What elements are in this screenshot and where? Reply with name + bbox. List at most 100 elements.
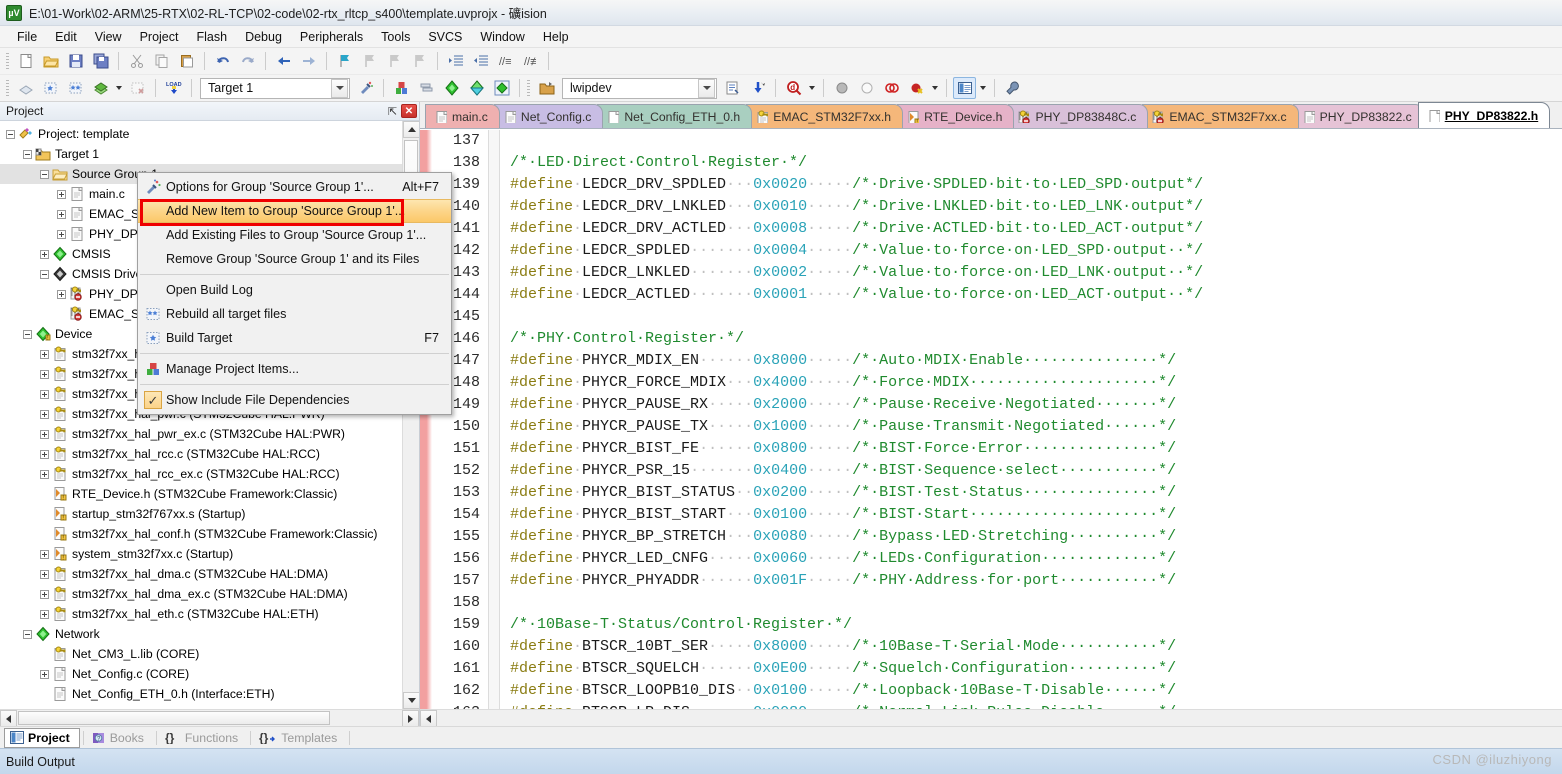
- translate-icon[interactable]: [14, 77, 37, 99]
- download-icon[interactable]: LOAD: [162, 77, 185, 99]
- tree-item[interactable]: stm32f7xx_hal_dma.c (STM32Cube HAL:DMA): [0, 564, 402, 584]
- tree-item[interactable]: Net_Config_ETH_0.h (Interface:ETH): [0, 684, 402, 704]
- toolbar-grip[interactable]: [6, 52, 9, 70]
- editor-tab-strip[interactable]: main.c Net_Config.c Net_Config_ETH_0.h EMAC…: [420, 102, 1562, 129]
- hscroll-thumb[interactable]: [18, 711, 330, 725]
- undo-icon[interactable]: [211, 50, 234, 72]
- panel-tab-templates[interactable]: {} Templates: [254, 728, 346, 748]
- code-line[interactable]: 140 #define·LEDCR_DRV_LNKLED···0x0010····…: [432, 196, 1562, 218]
- line-gutter[interactable]: [488, 416, 500, 438]
- line-gutter[interactable]: [488, 394, 500, 416]
- context-menu-item[interactable]: Build Target F7: [138, 326, 451, 350]
- menu-item-edit[interactable]: Edit: [46, 28, 86, 46]
- code-editor[interactable]: 137 138/*·LED·Direct·Control·Register·*/1…: [420, 129, 1562, 726]
- editor-tab[interactable]: EMAC_STM32F7xx.h: [746, 104, 904, 128]
- code-line[interactable]: 138 /*·LED·Direct·Control·Register·*/: [432, 152, 1562, 174]
- expand-icon[interactable]: [40, 469, 49, 479]
- expand-icon[interactable]: [40, 449, 49, 459]
- menu-item-window[interactable]: Window: [471, 28, 533, 46]
- open-project-icon[interactable]: [535, 77, 558, 99]
- code-line[interactable]: 146/*·PHY·Control·Register·*/: [432, 328, 1562, 350]
- cut-icon[interactable]: [125, 50, 148, 72]
- menu-item-file[interactable]: File: [8, 28, 46, 46]
- line-gutter[interactable]: [488, 592, 500, 614]
- target-options-icon[interactable]: [354, 77, 377, 99]
- panel-tab-functions[interactable]: {} Functions: [160, 728, 247, 748]
- collapse-icon[interactable]: [40, 269, 49, 279]
- expand-icon[interactable]: [40, 409, 49, 419]
- tree-item[interactable]: Network: [0, 624, 402, 644]
- code-line[interactable]: 139 #define·LEDCR_DRV_SPDLED···0x0020····…: [432, 174, 1562, 196]
- code-line[interactable]: 148 #define·PHYCR_FORCE_MDIX···0x4000····…: [432, 372, 1562, 394]
- tree-item[interactable]: Project: template: [0, 124, 402, 144]
- menu-item-flash[interactable]: Flash: [187, 28, 236, 46]
- code-line[interactable]: 159 /*·10Base-T·Status/Control·Register·*…: [432, 614, 1562, 636]
- menu-item-tools[interactable]: Tools: [372, 28, 419, 46]
- line-gutter[interactable]: [488, 504, 500, 526]
- configure-icon[interactable]: [1001, 77, 1024, 99]
- chevron-down-icon[interactable]: [698, 78, 715, 98]
- editor-tab[interactable]: EMAC_STM32F7xx.c: [1142, 104, 1299, 128]
- expand-icon[interactable]: [40, 369, 49, 379]
- context-menu-item[interactable]: Remove Group 'Source Group 1' and its Fi…: [138, 247, 451, 271]
- bookmark-clear-icon[interactable]: [408, 50, 431, 72]
- line-gutter[interactable]: [488, 372, 500, 394]
- line-gutter[interactable]: [488, 196, 500, 218]
- scroll-left-button[interactable]: [0, 710, 17, 726]
- line-gutter[interactable]: [488, 152, 500, 174]
- tree-item[interactable]: ! startup_stm32f767xx.s (Startup): [0, 504, 402, 524]
- configure-pack-icon[interactable]: [490, 77, 513, 99]
- expand-icon[interactable]: [57, 209, 66, 219]
- line-gutter[interactable]: [488, 526, 500, 548]
- scroll-right-button[interactable]: [402, 710, 419, 726]
- context-menu-item[interactable]: Manage Project Items...: [138, 357, 451, 381]
- line-gutter[interactable]: [488, 570, 500, 592]
- expand-icon[interactable]: [57, 289, 66, 299]
- tree-item[interactable]: stm32f7xx_hal_rcc.c (STM32Cube HAL:RCC): [0, 444, 402, 464]
- code-line[interactable]: 143 #define·LEDCR_LNKLED·······0x0002····…: [432, 262, 1562, 284]
- tree-item[interactable]: ! RTE_Device.h (STM32Cube Framework:Class…: [0, 484, 402, 504]
- paste-icon[interactable]: [175, 50, 198, 72]
- tree-item[interactable]: stm32f7xx_hal_dma_ex.c (STM32Cube HAL:DM…: [0, 584, 402, 604]
- code-line[interactable]: 152 #define·PHYCR_PSR_15·······0x0400····…: [432, 460, 1562, 482]
- window-layout-dropdown[interactable]: [977, 77, 989, 99]
- scroll-up-button[interactable]: [403, 121, 419, 138]
- code-line[interactable]: 155 #define·PHYCR_BP_STRETCH···0x0080····…: [432, 526, 1562, 548]
- bookmark-next-icon[interactable]: [383, 50, 406, 72]
- code-line[interactable]: 145: [432, 306, 1562, 328]
- code-line[interactable]: 153 #define·PHYCR_BIST_STATUS··0x0200····…: [432, 482, 1562, 504]
- line-gutter[interactable]: [488, 306, 500, 328]
- scroll-down-button[interactable]: [403, 692, 419, 709]
- close-icon[interactable]: ✕: [401, 104, 417, 118]
- toolbar-grip[interactable]: [527, 79, 530, 97]
- bookmark-toggle-icon[interactable]: [333, 50, 356, 72]
- comment-icon[interactable]: //≡: [494, 50, 517, 72]
- breakpoint-dropdown[interactable]: [929, 77, 941, 99]
- expand-icon[interactable]: [40, 429, 49, 439]
- context-menu-item[interactable]: Add Existing Files to Group 'Source Grou…: [138, 223, 451, 247]
- pack-installer-icon[interactable]: [440, 77, 463, 99]
- code-line[interactable]: 149 #define·PHYCR_PAUSE_RX·····0x2000····…: [432, 394, 1562, 416]
- find-icon[interactable]: d: [782, 77, 805, 99]
- code-line[interactable]: 137: [432, 130, 1562, 152]
- menu-item-svcs[interactable]: SVCS: [419, 28, 471, 46]
- collapse-icon[interactable]: [23, 629, 32, 639]
- editor-tab[interactable]: main.c: [425, 104, 500, 128]
- expand-icon[interactable]: [40, 569, 49, 579]
- pin-icon[interactable]: ⇱: [384, 103, 401, 119]
- code-line[interactable]: 156 #define·PHYCR_LED_CNFG·····0x0060····…: [432, 548, 1562, 570]
- line-gutter[interactable]: [488, 174, 500, 196]
- panel-tab-books[interactable]: ? Books: [87, 728, 153, 748]
- tree-item[interactable]: ! stm32f7xx_hal_conf.h (STM32Cube Framewo…: [0, 524, 402, 544]
- uncomment-icon[interactable]: //≢: [519, 50, 542, 72]
- editor-tab[interactable]: ! RTE_Device.h: [897, 104, 1015, 128]
- panel-tab-bar[interactable]: Project? Books{} Functions{} Templates: [0, 726, 1562, 748]
- collapse-icon[interactable]: [6, 129, 15, 139]
- expand-icon[interactable]: [40, 389, 49, 399]
- expand-icon[interactable]: [40, 549, 49, 559]
- toolbar-primary[interactable]: //≡ //≢: [0, 48, 1562, 75]
- insert-icon[interactable]: [746, 77, 769, 99]
- rebuild-icon[interactable]: [64, 77, 87, 99]
- batch-build-dropdown[interactable]: [113, 77, 125, 99]
- expand-icon[interactable]: [40, 609, 49, 619]
